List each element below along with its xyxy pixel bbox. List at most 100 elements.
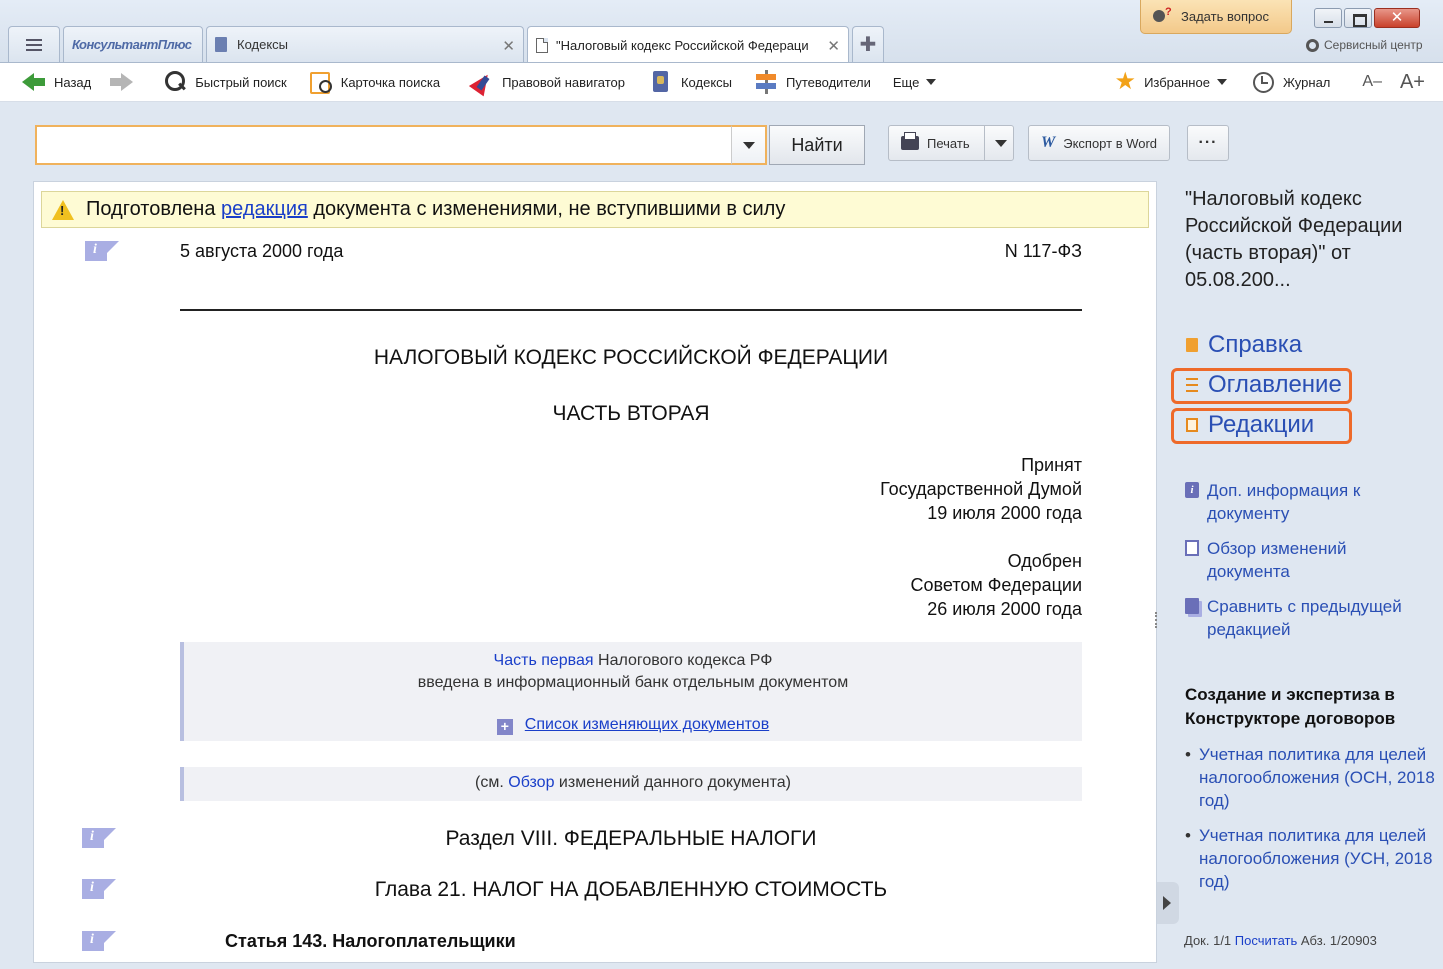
changing-documents-link[interactable]: Список изменяющих документов (525, 716, 769, 733)
revision-link[interactable]: редакция (221, 198, 308, 221)
export-word-label: Экспорт в Word (1063, 135, 1158, 151)
back-button[interactable]: Назад (0, 62, 101, 102)
info-icon[interactable]: i (82, 879, 116, 899)
info-icon[interactable]: i (85, 241, 119, 261)
document-number: N 117-ФЗ (1004, 241, 1082, 261)
info-icon[interactable]: i (82, 931, 116, 951)
book-icon (1186, 338, 1198, 352)
document-date: 5 августа 2000 года (180, 241, 344, 261)
service-center-label: Сервисный центр (1324, 38, 1423, 52)
nav-reference[interactable]: Справка (1186, 331, 1302, 359)
search-history-dropdown[interactable] (731, 125, 767, 165)
document-part: ЧАСТЬ ВТОРАЯ (552, 402, 710, 425)
journal-label: Журнал (1282, 74, 1331, 90)
search-row: Найти Печать W Экспорт в Word ··· (0, 103, 1443, 181)
quick-search-button[interactable]: Быстрый поиск (153, 62, 297, 102)
tab-home[interactable]: КонсультантПлюс (63, 26, 203, 62)
window-controls: ✕ (1312, 8, 1420, 28)
maximize-button[interactable] (1344, 8, 1372, 28)
signpost-icon (754, 70, 778, 94)
minimize-button[interactable] (1314, 8, 1342, 28)
favorites-button[interactable]: ★ Избранное (1105, 62, 1237, 102)
compare-revision-link[interactable]: Сравнить с предыдущей редакцией (1185, 595, 1425, 641)
back-label: Назад (54, 74, 92, 90)
search-card-button[interactable]: Карточка поиска (297, 62, 450, 102)
promo-link[interactable]: Учетная политика для целей налогообложен… (1185, 743, 1435, 812)
nav-reference-label: Справка (1208, 331, 1303, 358)
promo-link[interactable]: Учетная политика для целей налогообложен… (1185, 824, 1435, 893)
window-close-button[interactable]: ✕ (1374, 8, 1420, 28)
codexes-button[interactable]: Кодексы (635, 62, 742, 102)
revision-warning-bar: Подготовлена редакция документа с измене… (41, 191, 1149, 228)
extra-info-label: Доп. информация к документу (1207, 481, 1361, 523)
ask-question-button[interactable]: Задать вопрос (1140, 0, 1292, 34)
back-arrow-icon (22, 70, 46, 94)
warning-text: Подготовлена (86, 198, 222, 220)
article-heading: Статья 143. Налогоплательщики (225, 931, 516, 951)
changes-overview-link[interactable]: Обзор изменений документа (1185, 537, 1385, 583)
find-button[interactable]: Найти (769, 125, 865, 165)
forward-arrow-icon (109, 70, 134, 94)
info-icon: i (1185, 482, 1199, 498)
font-increase-label: A+ (1399, 70, 1425, 93)
tab-codexes[interactable]: Кодексы ✕ (206, 26, 524, 62)
nav-toc-label: Оглавление (1208, 371, 1342, 398)
adopted-line: Государственной Думой (880, 479, 1082, 499)
ask-question-label: Задать вопрос (1181, 9, 1269, 24)
guides-label: Путеводители (786, 74, 871, 90)
list-icon (1186, 378, 1198, 392)
count-link[interactable]: Посчитать (1235, 933, 1297, 948)
support-icon (1153, 6, 1173, 26)
adopted-line: 19 июля 2000 года (927, 503, 1082, 523)
codex-icon (215, 37, 227, 52)
part-one-link[interactable]: Часть первая (494, 652, 594, 669)
print-button[interactable]: Печать (888, 125, 1014, 161)
font-increase-button[interactable]: A+ (1392, 62, 1443, 102)
navigator-icon (470, 70, 494, 94)
warning-text: документа с изменениями, не вступившими … (307, 198, 786, 220)
search-input[interactable] (35, 125, 731, 165)
nav-revisions-label: Редакции (1208, 411, 1315, 438)
more-actions-button[interactable]: ··· (1187, 125, 1229, 161)
compare-icon (1185, 598, 1199, 614)
service-center-link[interactable]: Сервисный центр (1306, 38, 1423, 52)
approved-line: Одобрен (1007, 551, 1082, 571)
printer-icon (901, 132, 919, 150)
adopted-line: Принят (1021, 455, 1082, 475)
extra-info-link[interactable]: i Доп. информация к документу (1185, 479, 1415, 525)
expand-plus-icon[interactable]: + (496, 719, 513, 735)
chevron-down-icon[interactable] (994, 139, 1007, 147)
nav-revisions[interactable]: Редакции (1186, 411, 1314, 439)
star-icon: ★ (1114, 68, 1137, 95)
info-icon[interactable]: i (82, 828, 116, 848)
edit-icon (1185, 540, 1199, 556)
tab-document[interactable]: "Налоговый кодекс Российской Федераци ✕ (527, 26, 849, 63)
pane-splitter[interactable] (1157, 181, 1165, 963)
document-side-panel: "Налоговый кодекс Российской Федерации (… (1170, 181, 1440, 963)
font-decrease-label: A– (1362, 73, 1382, 90)
changes-overview-label: Обзор изменений документа (1207, 539, 1347, 581)
main-menu-button[interactable] (8, 26, 60, 62)
new-tab-button[interactable]: ✚ (852, 26, 884, 62)
plus-icon: ✚ (859, 34, 877, 56)
document-pane[interactable]: Подготовлена редакция документа с измене… (33, 181, 1157, 963)
note-text: изменений данного документа) (554, 774, 791, 791)
close-icon[interactable]: ✕ (827, 37, 840, 55)
journal-button[interactable]: Журнал (1237, 62, 1340, 102)
close-icon[interactable]: ✕ (502, 37, 515, 55)
more-menu-button[interactable]: Еще (881, 62, 946, 102)
approved-block: Одобрен Советом Федерации 26 июля 2000 г… (782, 549, 1082, 621)
note-text: (см. (475, 774, 509, 791)
font-decrease-button[interactable]: A– (1340, 62, 1392, 102)
approved-line: Советом Федерации (910, 575, 1082, 595)
legal-navigator-button[interactable]: Правовой навигатор (450, 62, 635, 102)
splitter-grip[interactable] (1155, 612, 1159, 628)
export-word-button[interactable]: W Экспорт в Word (1028, 125, 1170, 161)
codex-icon (649, 70, 673, 94)
part-one-note: Часть первая Налогового кодекса РФ введе… (180, 642, 1082, 741)
guides-button[interactable]: Путеводители (742, 62, 881, 102)
forward-button[interactable] (101, 62, 153, 102)
nav-table-of-contents[interactable]: Оглавление (1186, 371, 1342, 399)
codexes-label: Кодексы (680, 74, 732, 90)
overview-link[interactable]: Обзор (508, 774, 554, 791)
